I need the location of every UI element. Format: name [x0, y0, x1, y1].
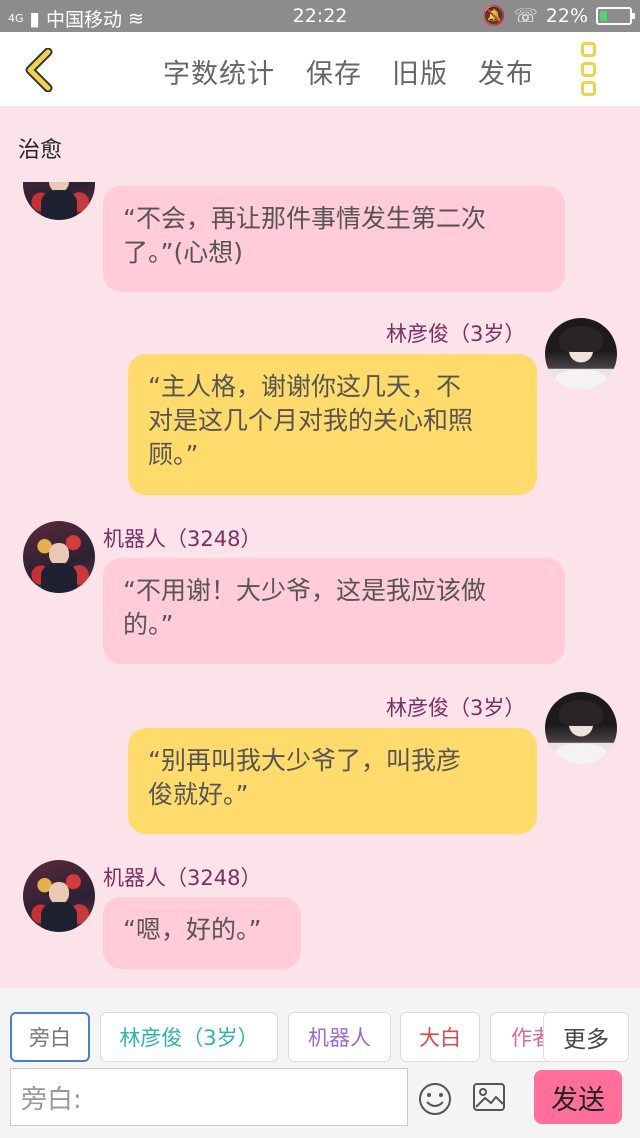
role-label: 旁白 [29, 1026, 71, 1050]
role-label: 大白 [419, 1026, 461, 1050]
input-placeholder: 旁白: [21, 1084, 82, 1115]
image-icon[interactable] [472, 1082, 506, 1116]
publish-button[interactable]: 发布 [478, 52, 534, 91]
emoji-icon[interactable] [418, 1082, 452, 1120]
speaker-name: 林彦俊（3岁） [386, 696, 526, 720]
message-line: 的。” [123, 610, 174, 639]
more-menu-icon[interactable] [574, 42, 602, 96]
old-version-button[interactable]: 旧版 [392, 52, 448, 91]
save-button[interactable]: 保存 [306, 52, 362, 91]
status-bar: 4G ▮ 中国移动 ≋ 22:22 🔕 ☏ 22% [0, 0, 640, 32]
message-line: 顾。” [148, 440, 199, 469]
speaker-name: 机器人（3248） [103, 866, 262, 890]
send-button[interactable]: 发送 [534, 1070, 622, 1124]
word-count-button[interactable]: 字数统计 [163, 52, 275, 91]
speaker-name: 机器人（3248） [103, 527, 262, 551]
role-label: 更多 [563, 1027, 609, 1053]
message-input[interactable]: 旁白: [10, 1068, 408, 1126]
message-line: 了。”(心想) [123, 238, 243, 267]
role-lin-button[interactable]: 林彦俊（3岁） [100, 1012, 278, 1062]
avatar-lin[interactable] [545, 692, 617, 764]
call-icon: ☏ [514, 4, 538, 27]
battery-fill [600, 10, 608, 21]
message-bubble: “别再叫我大少爷了，叫我彦 俊就好。” [128, 728, 537, 834]
avatar-lin[interactable] [545, 318, 617, 390]
role-narrator-button[interactable]: 旁白 [10, 1012, 90, 1062]
message-line: “别再叫我大少爷了，叫我彦 [148, 746, 461, 775]
role-label: 机器人 [308, 1026, 371, 1050]
chapter-title: 治愈 [18, 138, 63, 163]
composer-panel: 旁白 林彦俊（3岁） 机器人 大白 作者 更多 旁白: 发送 [0, 988, 640, 1138]
status-right: 🔕 ☏ 22% [482, 4, 635, 27]
message-line: 俊就好。” [148, 780, 249, 809]
role-label: 林彦俊（3岁） [119, 1026, 259, 1050]
more-roles-button[interactable]: 更多 [543, 1012, 629, 1062]
battery-icon [596, 6, 635, 25]
avatar-robot[interactable] [23, 521, 95, 593]
role-dabai-button[interactable]: 大白 [400, 1012, 480, 1062]
message-line: “不会，再让那件事情发生第二次 [123, 204, 486, 233]
mute-icon: 🔕 [482, 5, 506, 27]
message-line: “嗯，好的。” [123, 915, 262, 944]
role-robot-button[interactable]: 机器人 [288, 1012, 391, 1062]
message-line: “主人格，谢谢你这几天，不 [148, 372, 461, 401]
back-arrow-icon[interactable] [20, 47, 60, 93]
message-line: “不用谢！大少爷，这是我应该做 [123, 576, 486, 605]
message-bubble: “不用谢！大少爷，这是我应该做 的。” [103, 558, 565, 664]
message-bubble: “嗯，好的。” [103, 897, 301, 969]
battery-percent: 22% [545, 4, 588, 27]
message-bubble: “不会，再让那件事情发生第二次 了。”(心想) [103, 186, 565, 292]
speaker-name: 林彦俊（3岁） [386, 322, 526, 346]
message-bubble: “主人格，谢谢你这几天，不 对是这几个月对我的关心和照 顾。” [128, 354, 537, 495]
message-line: 对是这几个月对我的关心和照 [148, 406, 474, 435]
top-toolbar: 字数统计 保存 旧版 发布 [0, 32, 640, 106]
avatar-robot[interactable] [23, 860, 95, 932]
